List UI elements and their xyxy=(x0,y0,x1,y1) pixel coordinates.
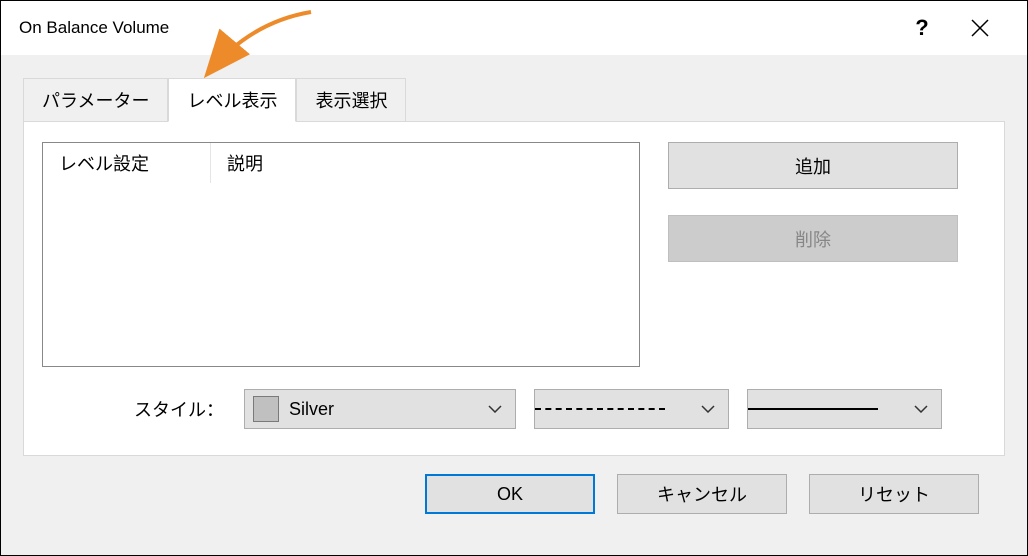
titlebar: On Balance Volume ? xyxy=(1,1,1027,55)
tab-levels[interactable]: レベル表示 xyxy=(168,78,296,122)
linewidth-combo[interactable] xyxy=(747,389,942,429)
content-row: レベル設定 説明 追加 削除 xyxy=(42,142,986,367)
style-row: スタイル： Silver xyxy=(42,389,986,429)
tab-parameters[interactable]: パラメーター xyxy=(23,78,168,122)
client-area: パラメーター レベル表示 表示選択 レベル設定 説明 追加 削除 スタイル： xyxy=(1,55,1027,555)
dialog-window: On Balance Volume ? パラメーター レベル表示 表示選択 xyxy=(0,0,1028,556)
help-button[interactable]: ? xyxy=(893,1,951,55)
close-icon xyxy=(970,18,990,38)
tab-panel: レベル設定 説明 追加 削除 スタイル： Silver xyxy=(23,121,1005,456)
tab-strip: パラメーター レベル表示 表示選択 xyxy=(1,55,1027,122)
color-name: Silver xyxy=(289,399,334,420)
side-buttons: 追加 削除 xyxy=(668,142,958,367)
reset-button[interactable]: リセット xyxy=(809,474,979,514)
chevron-down-icon xyxy=(700,405,716,413)
linestyle-combo[interactable] xyxy=(534,389,729,429)
color-swatch xyxy=(253,396,279,422)
chevron-down-icon xyxy=(913,405,929,413)
remove-button: 削除 xyxy=(668,215,958,262)
solid-line-icon xyxy=(748,408,878,410)
dashed-line-icon xyxy=(535,408,665,410)
close-button[interactable] xyxy=(951,1,1009,55)
dialog-footer: OK キャンセル リセット xyxy=(1,457,1027,514)
col-header-desc[interactable]: 説明 xyxy=(211,150,639,176)
levels-table[interactable]: レベル設定 説明 xyxy=(42,142,640,367)
chevron-down-icon xyxy=(487,405,503,413)
table-header-row: レベル設定 説明 xyxy=(43,143,639,183)
window-title: On Balance Volume xyxy=(19,18,893,38)
cancel-button[interactable]: キャンセル xyxy=(617,474,787,514)
col-header-level[interactable]: レベル設定 xyxy=(43,143,211,183)
tab-display[interactable]: 表示選択 xyxy=(296,78,406,122)
color-combo[interactable]: Silver xyxy=(244,389,516,429)
ok-button[interactable]: OK xyxy=(425,474,595,514)
style-label: スタイル： xyxy=(134,396,224,422)
add-button[interactable]: 追加 xyxy=(668,142,958,189)
